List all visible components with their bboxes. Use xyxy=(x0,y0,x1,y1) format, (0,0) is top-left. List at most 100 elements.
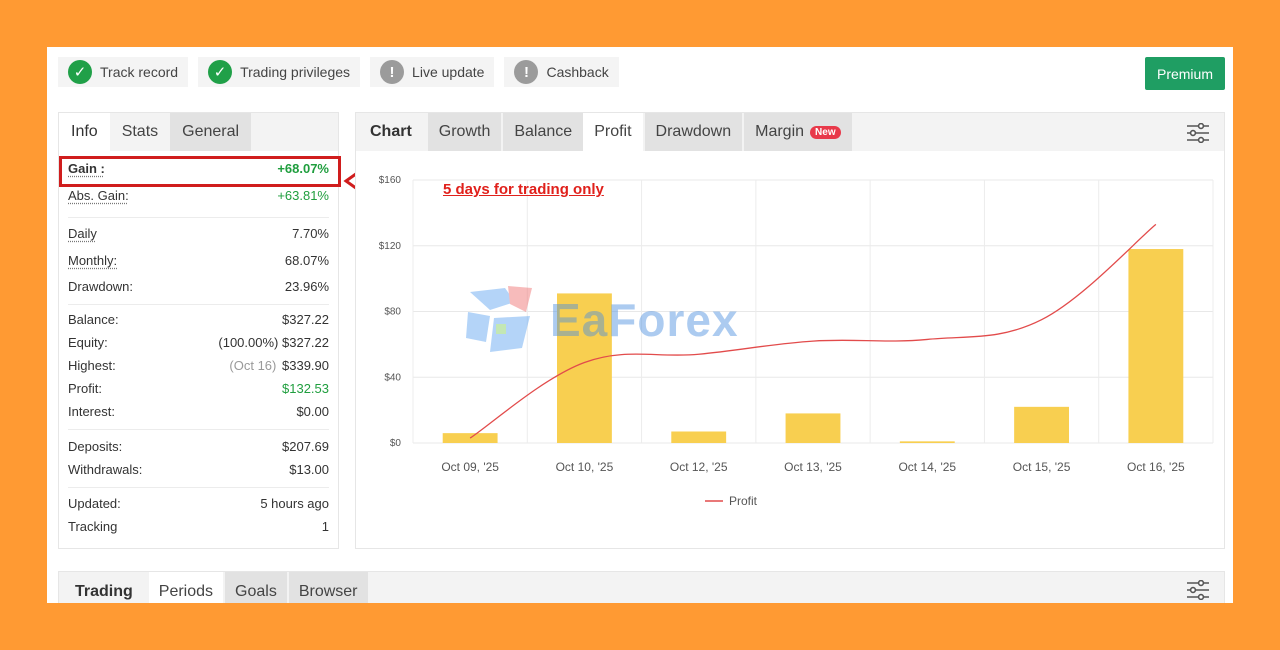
tab-periods[interactable]: Periods xyxy=(148,572,224,603)
tracking-row: Tracking 1 xyxy=(68,516,329,536)
deposits-label: Deposits: xyxy=(68,438,123,454)
tab-general[interactable]: General xyxy=(170,113,252,151)
x-tick-label: Oct 12, '25 xyxy=(670,460,728,474)
abs-gain-value: +63.81% xyxy=(277,187,329,203)
tab-margin-label: Margin xyxy=(755,123,805,140)
bar xyxy=(1128,249,1184,443)
tab-stats[interactable]: Stats xyxy=(110,113,170,151)
tab-margin[interactable]: Margin New xyxy=(744,113,852,151)
tab-growth[interactable]: Growth xyxy=(427,113,502,151)
interest-value: $0.00 xyxy=(296,404,329,419)
divider xyxy=(68,429,329,430)
badge-label: Track record xyxy=(100,64,179,80)
daily-row: Daily 7.70% xyxy=(68,220,329,246)
updated-row: Updated: 5 hours ago xyxy=(68,490,329,516)
x-tick-label: Oct 14, '25 xyxy=(898,460,956,474)
badge-label: Trading privileges xyxy=(240,64,351,80)
tab-profit[interactable]: Profit xyxy=(583,113,643,151)
monthly-value: 68.07% xyxy=(284,252,329,268)
new-badge: New xyxy=(810,125,841,139)
withdrawals-row: Withdrawals: $13.00 xyxy=(68,458,329,481)
balance-label: Balance: xyxy=(68,311,119,327)
badge-track-record[interactable]: ✓ Track record xyxy=(58,57,189,87)
highest-value: $339.90 xyxy=(282,358,329,373)
updated-value: 5 hours ago xyxy=(260,495,329,511)
badge-live-update[interactable]: ! Live update xyxy=(370,57,495,87)
profit-row: Profit: $132.53 xyxy=(68,377,329,400)
y-tick-label: $80 xyxy=(384,307,401,318)
chart-tabs-title: Chart xyxy=(370,123,412,140)
updated-label: Updated: xyxy=(68,495,121,511)
divider xyxy=(68,304,329,305)
badge-cashback[interactable]: ! Cashback xyxy=(504,57,619,87)
highest-label: Highest: xyxy=(68,358,116,373)
highest-note: (Oct 16) xyxy=(229,358,277,373)
tracking-label: Tracking xyxy=(68,518,118,534)
y-tick-label: $40 xyxy=(384,372,401,383)
trading-tabs: Trading Periods Goals Browser xyxy=(58,571,1225,603)
bar xyxy=(785,413,841,443)
check-icon: ✓ xyxy=(208,60,233,84)
deposits-value: $207.69 xyxy=(282,438,329,454)
bar xyxy=(899,441,955,443)
balance-row: Balance: $327.22 xyxy=(68,307,329,331)
premium-button[interactable]: Premium xyxy=(1145,57,1225,90)
settings-sliders-icon[interactable] xyxy=(1186,123,1210,143)
abs-gain-label[interactable]: Abs. Gain: xyxy=(68,188,129,203)
tab-goals[interactable]: Goals xyxy=(225,572,287,603)
trading-tabs-title: Trading xyxy=(75,583,133,600)
equity-row: Equity: (100.00%) $327.22 xyxy=(68,331,329,354)
withdrawals-value: $13.00 xyxy=(289,462,329,477)
x-tick-label: Oct 09, '25 xyxy=(441,460,499,474)
settings-sliders-icon[interactable] xyxy=(1186,580,1210,600)
interest-label: Interest: xyxy=(68,404,115,419)
drawdown-value: 23.96% xyxy=(284,278,329,294)
gain-highlight-box xyxy=(59,156,341,187)
highest-value-group: (Oct 16) $339.90 xyxy=(229,358,329,373)
tab-browser[interactable]: Browser xyxy=(288,572,368,603)
bar xyxy=(1014,406,1069,443)
equity-label: Equity: xyxy=(68,335,108,350)
exclamation-icon: ! xyxy=(514,60,539,84)
daily-value: 7.70% xyxy=(292,225,329,241)
check-icon: ✓ xyxy=(68,60,92,84)
y-tick-label: $160 xyxy=(379,175,402,186)
account-panel: ✓ Track record ✓ Trading privileges ! Li… xyxy=(47,47,1233,603)
daily-label[interactable]: Daily xyxy=(68,226,97,241)
badge-trading-privileges[interactable]: ✓ Trading privileges xyxy=(198,57,361,87)
interest-row: Interest: $0.00 xyxy=(68,400,329,423)
divider xyxy=(68,217,329,218)
annotation-text: 5 days for trading only xyxy=(443,181,604,198)
highest-row: Highest: (Oct 16) $339.90 xyxy=(68,354,329,377)
chart-tabs: Chart Growth Balance Profit Drawdown Mar… xyxy=(356,113,1224,151)
x-tick-label: Oct 10, '25 xyxy=(556,460,614,474)
monthly-row: Monthly: 68.07% xyxy=(68,246,329,274)
profit-value: $132.53 xyxy=(282,381,329,396)
bar xyxy=(442,433,498,443)
exclamation-icon: ! xyxy=(380,60,405,84)
tab-balance[interactable]: Balance xyxy=(503,113,584,151)
watermark-logo-icon xyxy=(466,286,532,352)
bar xyxy=(671,431,727,443)
watermark: EaForex xyxy=(460,282,739,358)
y-tick-label: $120 xyxy=(379,241,402,252)
x-tick-label: Oct 13, '25 xyxy=(784,460,842,474)
profit-label: Profit: xyxy=(68,381,102,396)
equity-value-group: (100.00%) $327.22 xyxy=(218,335,329,350)
info-tabs: Info Stats General xyxy=(59,113,338,151)
equity-value: $327.22 xyxy=(282,335,329,350)
drawdown-label: Drawdown: xyxy=(68,278,134,294)
divider xyxy=(68,487,329,488)
monthly-label[interactable]: Monthly: xyxy=(68,253,117,268)
y-tick-label: $0 xyxy=(390,438,402,449)
tab-info[interactable]: Info xyxy=(59,113,110,151)
balance-value: $327.22 xyxy=(282,311,329,327)
watermark-text: EaForex xyxy=(550,294,739,346)
badge-label: Cashback xyxy=(546,64,609,80)
deposits-row: Deposits: $207.69 xyxy=(68,434,329,458)
legend-label: Profit xyxy=(729,494,758,508)
x-tick-label: Oct 15, '25 xyxy=(1013,460,1071,474)
tab-drawdown[interactable]: Drawdown xyxy=(644,113,743,151)
status-badges: ✓ Track record ✓ Trading privileges ! Li… xyxy=(47,57,619,87)
drawdown-row: Drawdown: 23.96% xyxy=(68,274,329,298)
